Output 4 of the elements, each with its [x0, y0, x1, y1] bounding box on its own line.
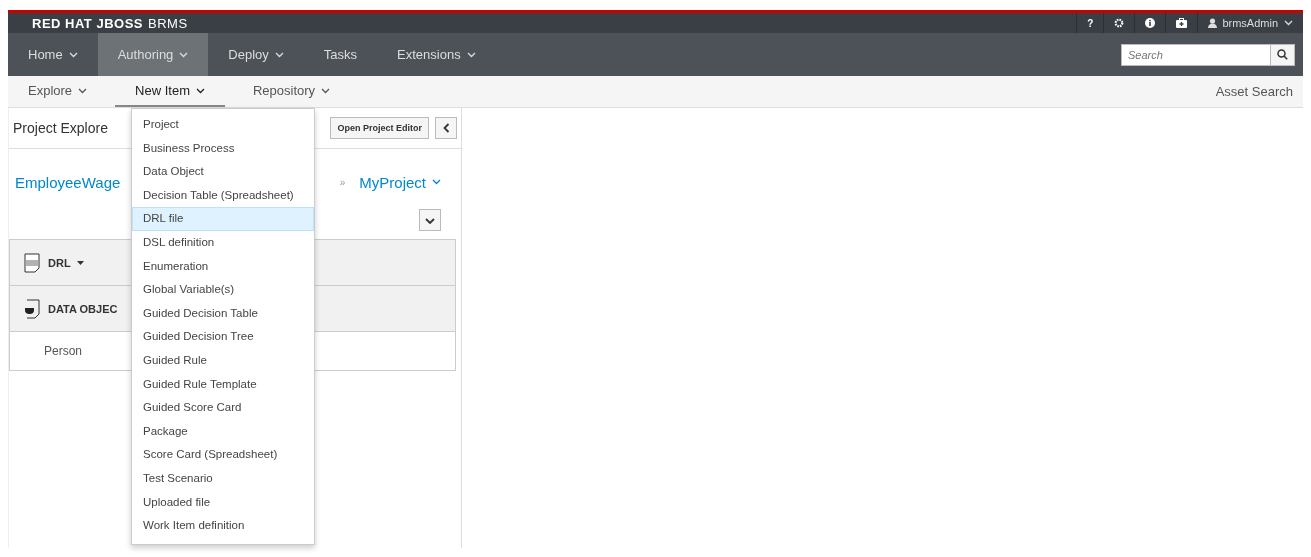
panel-title: Project Explore — [13, 120, 108, 136]
breadcrumb-separator: » — [339, 176, 346, 188]
product-name: BRMS — [148, 15, 188, 31]
brand-name: RED HAT JBOSS — [32, 15, 143, 31]
